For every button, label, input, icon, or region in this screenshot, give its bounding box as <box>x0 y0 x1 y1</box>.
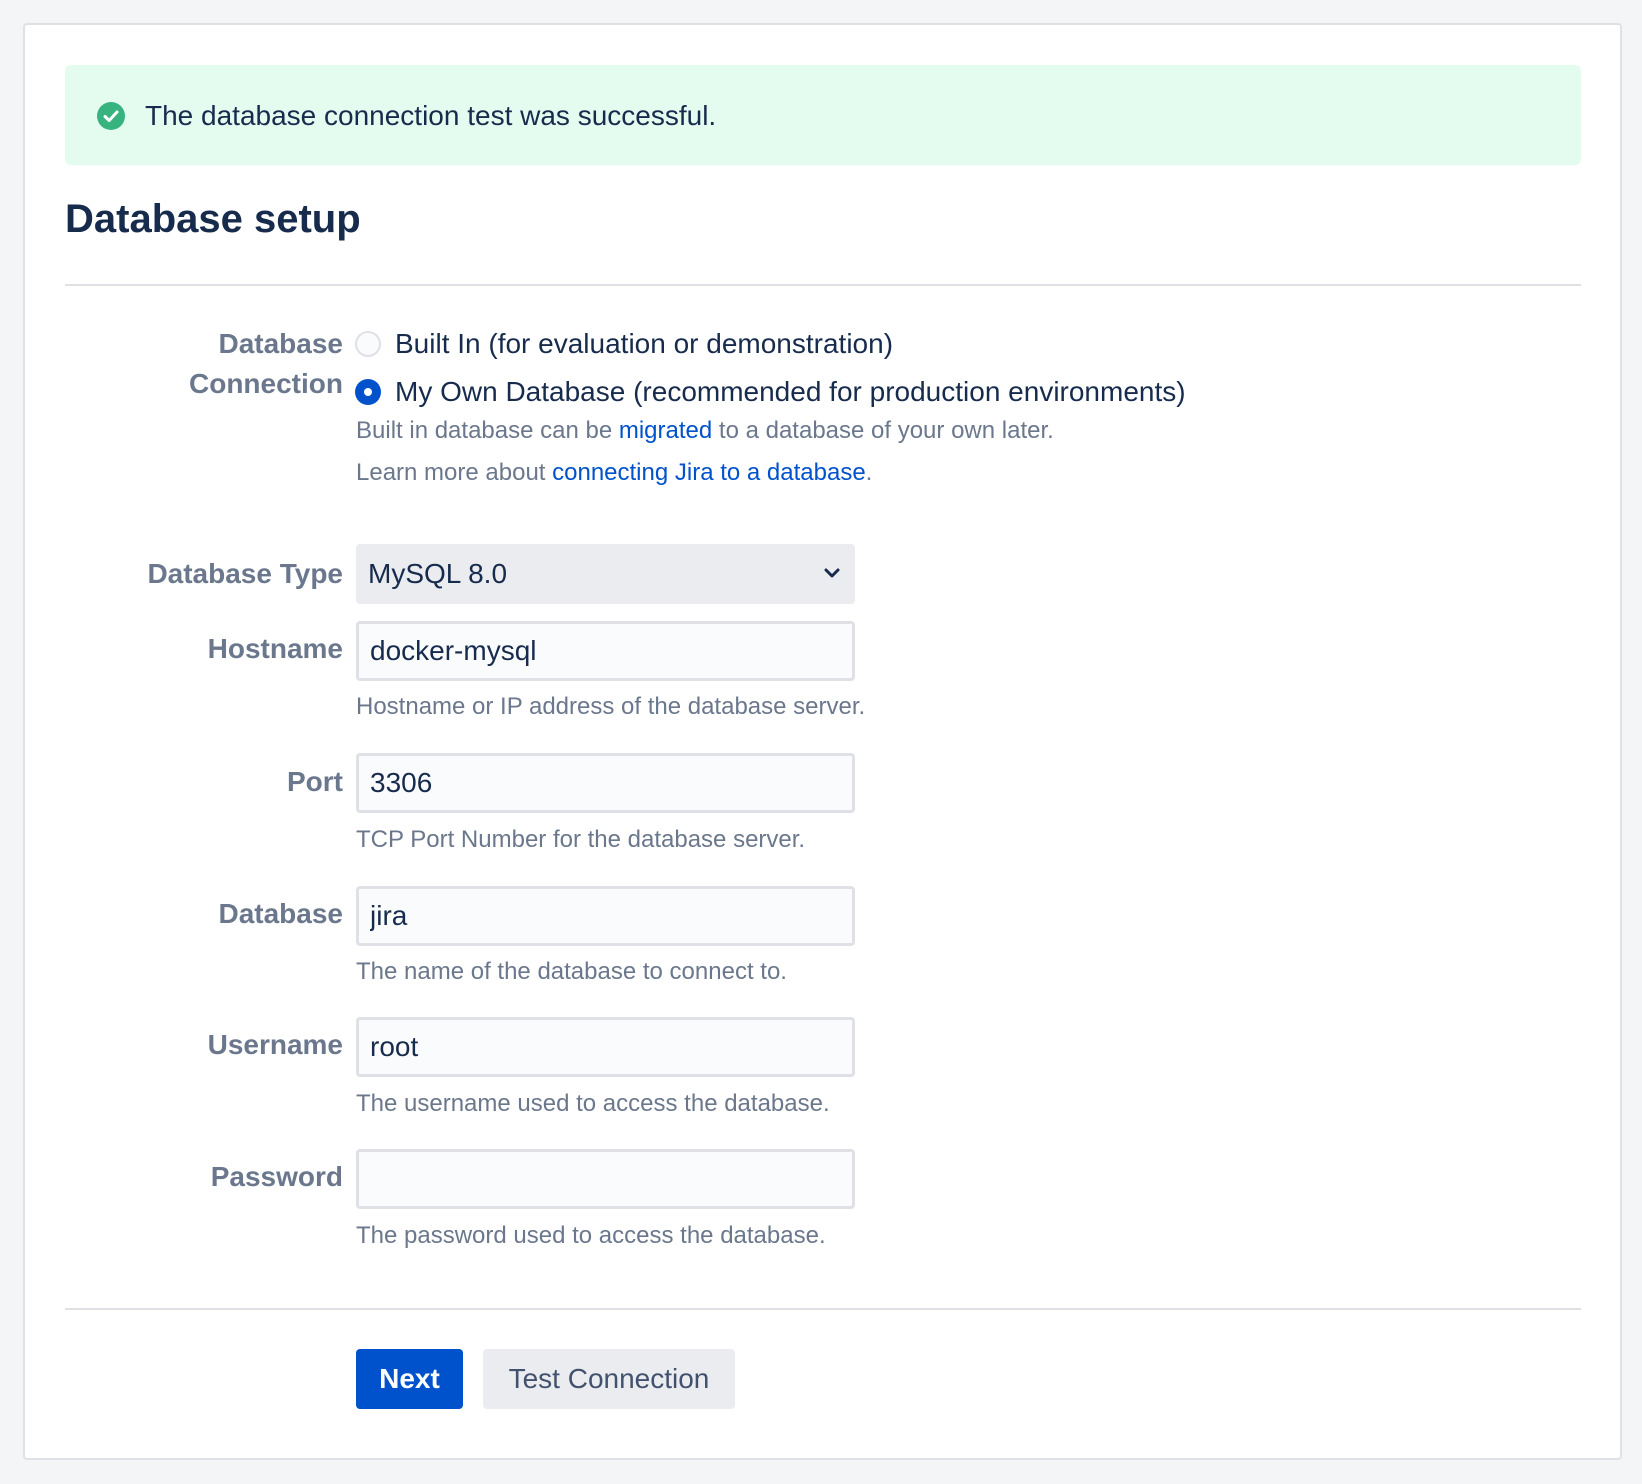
setup-card: The database connection test was success… <box>23 23 1622 1460</box>
chevron-down-icon <box>824 568 840 578</box>
username-label: Username <box>207 1029 343 1060</box>
password-input[interactable] <box>356 1149 855 1209</box>
username-help: The username used to access the database… <box>356 1090 830 1117</box>
port-input[interactable] <box>356 753 855 813</box>
database-connection-label: Database Connection <box>189 324 343 404</box>
check-circle-icon <box>97 102 125 130</box>
database-type-select[interactable]: MySQL 8.0 <box>356 544 855 604</box>
next-button[interactable]: Next <box>356 1349 463 1409</box>
radio-option-built-in[interactable]: Built In (for evaluation or demonstratio… <box>355 326 893 362</box>
database-label: Database <box>218 898 343 929</box>
banner-message: The database connection test was success… <box>145 100 717 131</box>
hostname-help: Hostname or IP address of the database s… <box>356 693 866 720</box>
page-title: Database setup <box>65 197 361 241</box>
divider <box>65 1308 1581 1310</box>
learn-more-suffix: . <box>865 459 873 486</box>
database-type-value: MySQL 8.0 <box>368 558 508 589</box>
radio-own-database[interactable] <box>355 379 381 405</box>
database-connection-label-line1: Database <box>218 328 343 359</box>
migration-help-suffix: to a database of your own later. <box>712 417 1054 444</box>
username-input[interactable] <box>356 1017 855 1077</box>
database-input[interactable] <box>356 886 855 946</box>
database-connection-label-line2: Connection <box>189 368 343 399</box>
port-help: TCP Port Number for the database server. <box>356 826 806 853</box>
migration-help: Built in database can be migrated to a d… <box>356 415 1054 447</box>
radio-built-in-label[interactable]: Built In (for evaluation or demonstratio… <box>395 326 893 362</box>
test-connection-button[interactable]: Test Connection <box>483 1349 735 1409</box>
hostname-input[interactable] <box>356 621 855 681</box>
learn-more-help: Learn more about connecting Jira to a da… <box>356 457 872 489</box>
learn-more-prefix: Learn more about <box>356 459 553 486</box>
migrated-link[interactable]: migrated <box>619 417 712 444</box>
database-type-label: Database Type <box>147 558 343 589</box>
migration-help-prefix: Built in database can be <box>356 417 619 444</box>
connecting-jira-link[interactable]: connecting Jira to a database <box>552 459 866 486</box>
divider <box>65 284 1581 286</box>
radio-built-in[interactable] <box>355 331 381 357</box>
password-help: The password used to access the database… <box>356 1222 826 1249</box>
radio-option-own-database[interactable]: My Own Database (recommended for product… <box>355 374 1186 410</box>
success-banner: The database connection test was success… <box>65 65 1581 165</box>
radio-own-database-label[interactable]: My Own Database (recommended for product… <box>395 374 1186 410</box>
hostname-label: Hostname <box>207 633 343 664</box>
database-help: The name of the database to connect to. <box>356 958 787 985</box>
password-label: Password <box>210 1161 343 1192</box>
port-label: Port <box>287 766 343 797</box>
